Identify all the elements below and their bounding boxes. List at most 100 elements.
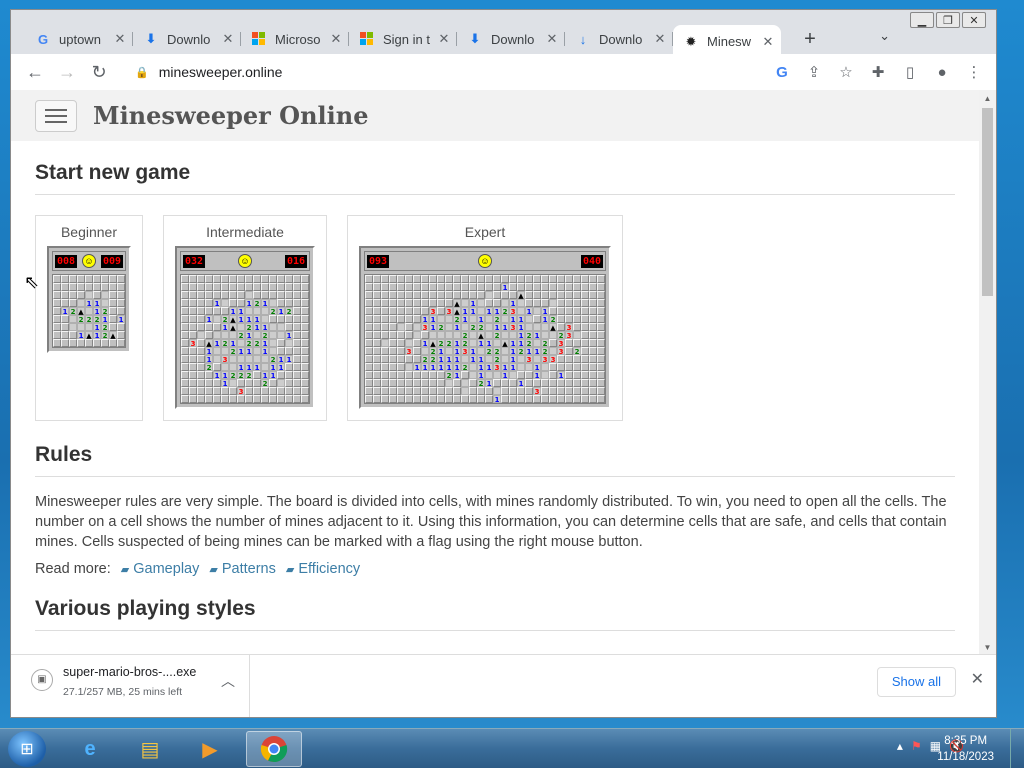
board-cell bbox=[485, 315, 493, 323]
page-scrollbar[interactable]: ▲ ▼ bbox=[979, 90, 996, 655]
close-icon[interactable]: ✕ bbox=[329, 31, 343, 47]
system-clock[interactable]: 8:35 PM 11/18/2023 bbox=[937, 733, 994, 765]
close-icon[interactable]: ✕ bbox=[653, 31, 667, 47]
game-card-expert[interactable]: Expert 093 ☺ 040 1 ▲ ▲ 1 1 3 3 ▲ 1 1 1 1 2 3 1 1 1 1 2 1 1 2 1… bbox=[347, 215, 623, 421]
internet-explorer-icon[interactable]: e bbox=[62, 731, 118, 767]
board-cell bbox=[213, 275, 221, 283]
hamburger-menu-button[interactable] bbox=[35, 99, 77, 132]
file-explorer-icon[interactable]: ▤ bbox=[122, 731, 178, 767]
board-cell bbox=[197, 275, 205, 283]
close-icon[interactable]: ✕ bbox=[437, 31, 451, 47]
close-window-button[interactable]: ✕ bbox=[962, 12, 986, 28]
board-cell bbox=[557, 395, 565, 403]
extensions-icon[interactable]: ✚ bbox=[864, 58, 892, 86]
board-cell bbox=[485, 283, 493, 291]
board-cell bbox=[389, 291, 397, 299]
start-button[interactable]: ⊞ bbox=[8, 731, 46, 767]
link-gameplay[interactable]: ▰ Gameplay bbox=[121, 561, 200, 577]
board-cell bbox=[549, 379, 557, 387]
board-cell bbox=[365, 339, 373, 347]
board-preview[interactable]: 032 ☺ 016 1 1 2 1 1 1 2 1 2 1 2 ▲ 1 1 1 1 ▲ 2 1 1 2 1 2 1 3 ▲ 1 2 1 2… bbox=[175, 246, 315, 409]
address-bar[interactable]: 🔒 minesweeper.online bbox=[125, 57, 819, 87]
new-tab-button[interactable]: + bbox=[799, 28, 821, 51]
board-cell bbox=[589, 291, 597, 299]
board-cell bbox=[469, 363, 477, 371]
scroll-thumb[interactable] bbox=[982, 108, 993, 296]
site-title[interactable]: Minesweeper Online bbox=[93, 101, 368, 130]
close-icon[interactable]: ✕ bbox=[971, 669, 984, 689]
tab-download-1[interactable]: ⬇ Downlo ✕ bbox=[133, 25, 241, 53]
board-cell bbox=[261, 387, 269, 395]
board-cell bbox=[205, 379, 213, 387]
close-icon[interactable]: ✕ bbox=[221, 31, 235, 47]
reload-button[interactable]: ↻ bbox=[83, 56, 115, 88]
board-cell bbox=[565, 363, 573, 371]
download-item[interactable]: ▣ super-mario-bros-....exe 27.1/257 MB, … bbox=[31, 665, 196, 698]
board-cell bbox=[397, 307, 405, 315]
tab-sign-in[interactable]: Sign in t ✕ bbox=[349, 25, 457, 53]
board-cell: 2 bbox=[477, 379, 485, 388]
scroll-down-arrow-icon[interactable]: ▼ bbox=[979, 641, 996, 655]
game-card-beginner[interactable]: Beginner 008 ☺ 009 1 1 1 2 ▲ 1 2 2 2 2 1 1 1 2 1 ▲ 1 2 ▲ bbox=[35, 215, 143, 421]
board-preview[interactable]: 008 ☺ 009 1 1 1 2 ▲ 1 2 2 2 2 1 1 1 2 1 ▲ 1 2 ▲ bbox=[47, 246, 131, 353]
close-icon[interactable]: ✕ bbox=[545, 31, 559, 47]
board-cell: ▲ bbox=[501, 339, 509, 348]
share-icon[interactable]: ⇪ bbox=[800, 58, 828, 86]
media-player-icon[interactable]: ▶ bbox=[182, 731, 238, 767]
board-cell: 1 bbox=[261, 323, 269, 332]
board-cell bbox=[253, 275, 261, 283]
menu-kebab-icon[interactable]: ⋮ bbox=[960, 58, 988, 86]
board-cell bbox=[477, 275, 485, 283]
forward-button[interactable]: → bbox=[51, 56, 83, 88]
close-icon[interactable]: ✕ bbox=[761, 34, 775, 50]
chrome-icon[interactable] bbox=[246, 731, 302, 767]
board-cell bbox=[477, 395, 485, 403]
side-panel-icon[interactable]: ▯ bbox=[896, 58, 924, 86]
back-button[interactable]: ← bbox=[19, 56, 51, 88]
close-icon[interactable]: ✕ bbox=[113, 31, 127, 47]
game-label[interactable]: Intermediate bbox=[175, 224, 315, 240]
board-cell bbox=[285, 291, 293, 299]
board-cell bbox=[373, 371, 381, 379]
board-cell bbox=[397, 347, 405, 355]
board-cell bbox=[261, 275, 269, 283]
show-all-button[interactable]: Show all bbox=[876, 667, 956, 697]
board-cell bbox=[557, 387, 565, 395]
board-cell: 2 bbox=[453, 315, 461, 324]
tab-uptown[interactable]: G uptown ✕ bbox=[25, 25, 133, 53]
board-cell bbox=[437, 307, 445, 315]
tab-download-3[interactable]: ↓ Downlo ✕ bbox=[565, 25, 673, 53]
tab-search-chevron-icon[interactable]: ⌄ bbox=[879, 28, 890, 44]
board-cell bbox=[381, 291, 389, 299]
chevron-up-icon[interactable]: ︿ bbox=[221, 671, 235, 691]
game-card-intermediate[interactable]: Intermediate 032 ☺ 016 1 1 2 1 1 1 2 1 2 1 2 ▲ 1 1 1 1 ▲… bbox=[163, 215, 327, 421]
board-cell bbox=[69, 315, 77, 323]
board-cell bbox=[365, 323, 373, 331]
google-lens-icon[interactable]: G bbox=[768, 58, 796, 86]
show-desktop-button[interactable] bbox=[1010, 729, 1024, 768]
board-cell bbox=[253, 379, 261, 387]
game-label[interactable]: Expert bbox=[359, 224, 611, 240]
game-label[interactable]: Beginner bbox=[47, 224, 131, 240]
board-cell bbox=[117, 339, 125, 347]
board-preview[interactable]: 093 ☺ 040 1 ▲ ▲ 1 1 3 3 ▲ 1 1 1 1 2 3 1 1 1 1 2 1 1 2 1 1 1 2 3 1 2 1… bbox=[359, 246, 611, 409]
bookmark-star-icon[interactable]: ☆ bbox=[832, 58, 860, 86]
action-center-flag-icon[interactable]: ⚑ bbox=[911, 739, 922, 753]
link-efficiency[interactable]: ▰ Efficiency bbox=[286, 561, 360, 577]
clock-date: 11/18/2023 bbox=[937, 751, 994, 763]
link-patterns[interactable]: ▰ Patterns bbox=[209, 561, 275, 577]
profile-icon[interactable]: ● bbox=[928, 58, 956, 86]
tray-expand-icon[interactable]: ▴ bbox=[897, 739, 903, 753]
board-cell bbox=[61, 315, 69, 323]
board-cell: 1 bbox=[253, 363, 261, 372]
tab-microsoft[interactable]: Microso ✕ bbox=[241, 25, 349, 53]
board-cell: 2 bbox=[101, 331, 109, 340]
tab-download-2[interactable]: ⬇ Downlo ✕ bbox=[457, 25, 565, 53]
board-cell bbox=[365, 371, 373, 379]
board-cell: 1 bbox=[237, 315, 245, 324]
board-cell: 1 bbox=[429, 315, 437, 324]
board-cell: 2 bbox=[525, 339, 533, 348]
scroll-up-arrow-icon[interactable]: ▲ bbox=[979, 92, 996, 106]
maximize-button[interactable]: ❐ bbox=[936, 12, 960, 28]
minimize-button[interactable]: ▁ bbox=[910, 12, 934, 28]
